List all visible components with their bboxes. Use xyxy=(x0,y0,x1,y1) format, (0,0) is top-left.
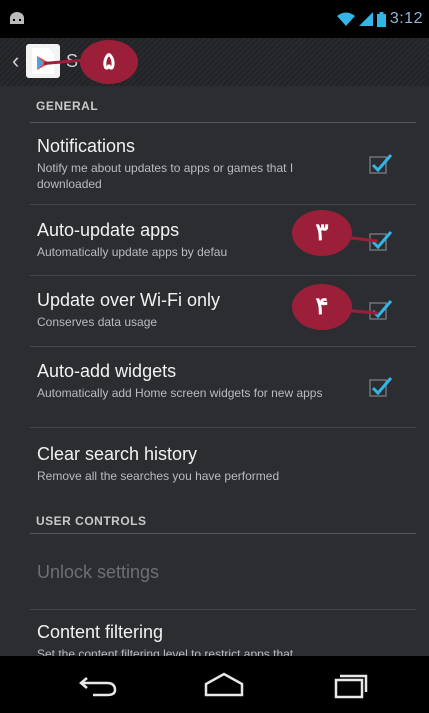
wifi-icon xyxy=(336,12,355,26)
up-navigation-button[interactable]: ‹ xyxy=(12,48,19,74)
setting-title: Clear search history xyxy=(37,444,198,464)
setting-content-filtering[interactable]: Content filtering Set the content filter… xyxy=(0,610,429,656)
setting-title: Unlock settings xyxy=(37,562,160,582)
annotation-marker-4: ۴ xyxy=(292,284,352,330)
section-header-general: GENERAL xyxy=(36,99,99,113)
section-header-user-controls: USER CONTROLS xyxy=(36,514,147,528)
setting-title: Notifications xyxy=(37,136,136,156)
android-icon xyxy=(10,12,24,24)
wifi-only-checkbox[interactable] xyxy=(369,298,393,320)
status-time: 3:12 xyxy=(389,10,423,27)
setting-title: Update over Wi-Fi only xyxy=(37,290,221,310)
setting-subtitle: Set the content filtering level to restr… xyxy=(37,647,294,656)
status-bar: 3:12 xyxy=(0,0,429,38)
setting-title: Auto-add widgets xyxy=(37,361,177,381)
setting-title: Auto-update apps xyxy=(37,220,180,240)
setting-notifications[interactable]: Notifications Notify me about updates to… xyxy=(0,124,429,204)
setting-subtitle: Notify me about updates to apps or games… xyxy=(37,161,294,191)
auto-add-widgets-checkbox[interactable] xyxy=(369,375,393,397)
navigation-bar xyxy=(0,656,429,713)
setting-subtitle: Automatically add Home screen widgets fo… xyxy=(37,386,323,400)
setting-unlock-settings: Unlock settings xyxy=(0,534,429,609)
setting-auto-add-widgets[interactable]: Auto-add widgets Automatically add Home … xyxy=(0,347,429,427)
annotation-marker-label: ۴ xyxy=(315,293,329,320)
recents-icon[interactable] xyxy=(326,670,374,700)
notifications-checkbox[interactable] xyxy=(369,152,393,174)
annotation-marker-3: ۳ xyxy=(292,210,352,256)
section-divider xyxy=(30,122,416,123)
annotation-marker-5: ۵ xyxy=(80,40,138,84)
setting-title: Content filtering xyxy=(37,622,164,642)
signal-icon xyxy=(358,12,373,26)
home-icon[interactable] xyxy=(200,670,248,700)
battery-icon xyxy=(376,11,386,27)
annotation-marker-label: ۳ xyxy=(315,219,329,246)
back-icon[interactable] xyxy=(73,670,121,700)
annotation-marker-label: ۵ xyxy=(102,48,116,75)
settings-list: GENERAL Notifications Notify me about up… xyxy=(0,86,429,656)
setting-subtitle: Remove all the searches you have perform… xyxy=(37,469,280,483)
setting-clear-search-history[interactable]: Clear search history Remove all the sear… xyxy=(0,428,429,494)
